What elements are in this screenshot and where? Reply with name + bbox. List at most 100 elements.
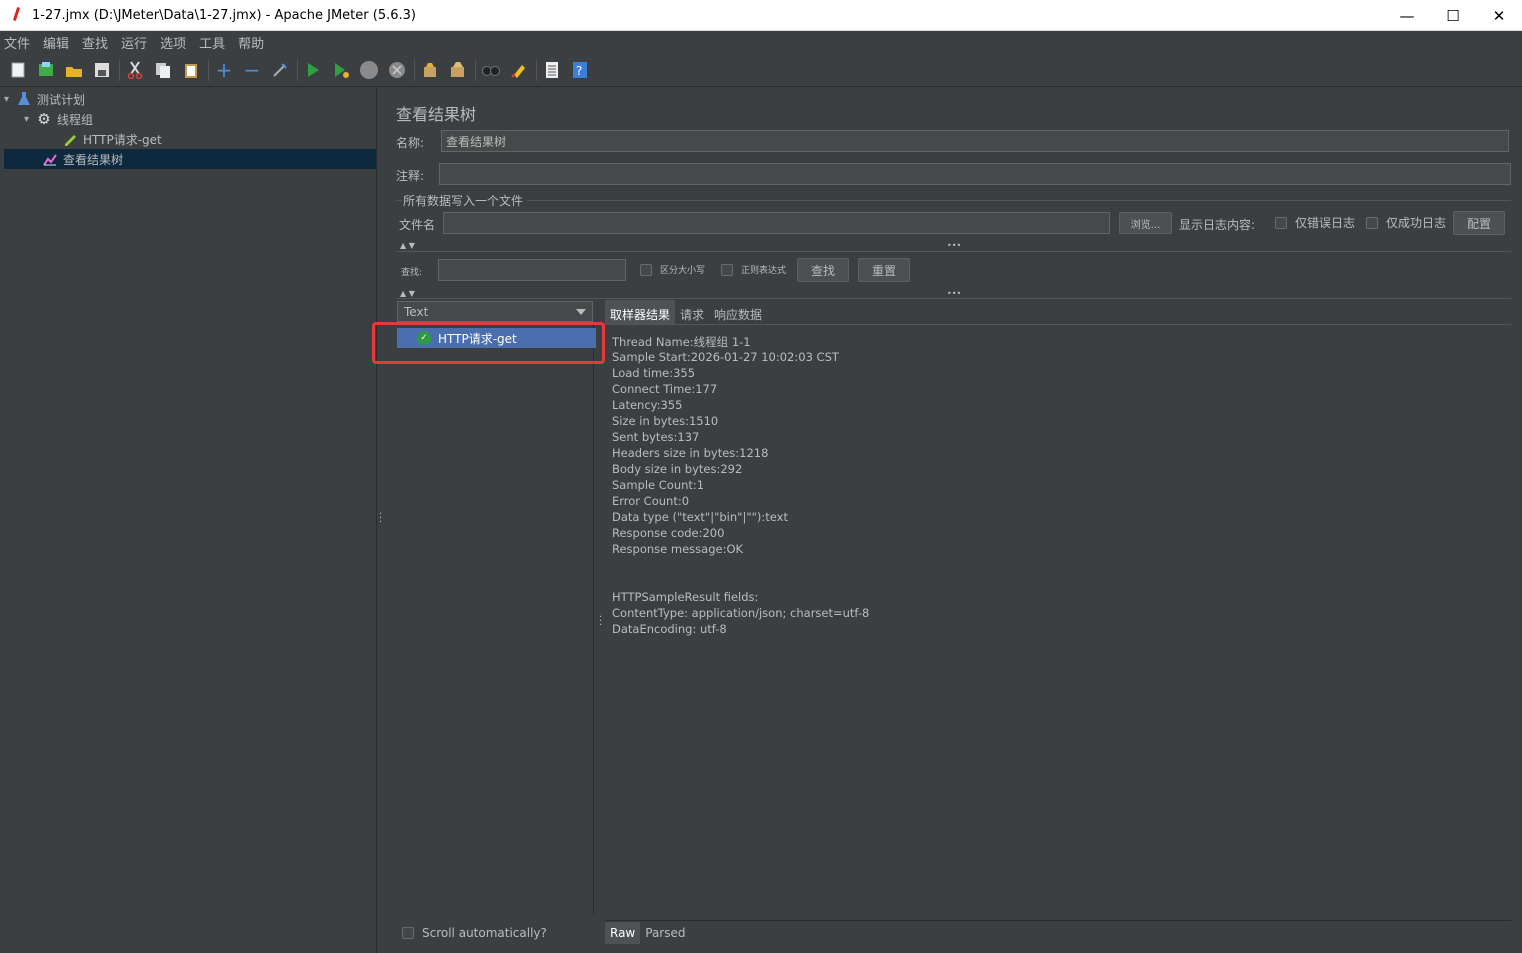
search-input[interactable] [438,259,626,281]
result-line: ContentType: application/json; charset=u… [612,606,870,620]
configure-button[interactable]: 配置 [1453,211,1505,235]
menu-help[interactable]: 帮助 [238,33,264,52]
toolbar-separator [208,58,209,81]
tab-parsed[interactable]: Parsed [640,922,690,944]
test-plan-tree: ▾ 测试计划 ▾ ⚙ 线程组 HTTP请求-get 查看结果树 [0,88,377,953]
chevron-down-icon[interactable] [576,309,586,315]
search-icon[interactable] [480,59,502,81]
function-helper-icon[interactable] [541,59,563,81]
filename-label: 文件名 [399,218,436,232]
save-icon[interactable] [91,59,113,81]
splitter-arrows-icon[interactable]: ▲ ▼ [400,241,415,250]
menu-file[interactable]: 文件 [4,33,30,52]
menu-options[interactable]: 选项 [160,33,186,52]
splitter-grip-icon[interactable]: · · · [379,510,383,528]
result-tabs: 取样器结果 请求 响应数据 [605,300,1511,325]
close-button[interactable]: ✕ [1476,0,1522,31]
tab-sampler-result[interactable]: 取样器结果 [605,300,676,324]
splitter-arrows-icon[interactable]: ▲ ▼ [400,289,415,298]
chevron-down-icon[interactable]: ▾ [24,114,36,125]
start-icon[interactable] [302,59,324,81]
chevron-down-icon[interactable]: ▾ [4,94,16,105]
maximize-button[interactable]: ☐ [1430,0,1476,31]
title-bar: 1-27.jmx (D:\JMeter\Data\1-27.jmx) - Apa… [0,0,1522,31]
gear-icon: ⚙ [37,110,51,128]
window-controls: — ☐ ✕ [1384,0,1522,31]
result-line: Latency:355 [612,398,683,412]
tree-item-view-results-tree[interactable]: 查看结果树 [4,149,376,169]
checkbox-box[interactable] [402,927,414,939]
page-title: 查看结果树 [396,105,477,124]
tree-item-label: 线程组 [57,112,94,127]
cut-icon[interactable] [124,59,146,81]
sample-result-list: ✓ HTTP请求-get [397,325,596,915]
reset-button[interactable]: 重置 [858,258,910,282]
checkbox-box[interactable] [1275,216,1287,229]
file-section-title: 所有数据写入一个文件 [403,194,524,208]
templates-icon[interactable] [35,59,57,81]
splitter-grip-icon[interactable]: · · · [599,613,602,631]
paste-icon[interactable] [180,59,202,81]
splitter-grip-icon[interactable]: ••• [947,289,961,298]
comment-input[interactable] [439,163,1511,185]
regex-checkbox[interactable]: 正则表达式 [721,263,786,276]
filename-input[interactable] [443,212,1110,234]
case-sensitive-checkbox[interactable]: 区分大小写 [640,263,705,276]
success-only-checkbox[interactable]: 仅成功日志 [1366,214,1446,231]
start-no-pause-icon[interactable] [330,59,352,81]
svg-text:?: ? [576,64,582,78]
sampler-result-text[interactable]: Thread Name:线程组 1-1 Sample Start:2026-01-… [605,326,1511,920]
checkbox-box[interactable] [640,263,652,276]
clear-icon[interactable] [419,59,441,81]
shutdown-icon[interactable] [386,59,408,81]
results-splitter[interactable]: · · · [597,300,605,953]
result-line: Connect Time:177 [612,382,718,396]
tree-item-test-plan[interactable]: ▾ 测试计划 [4,89,377,109]
clear-all-icon[interactable] [447,59,469,81]
new-icon[interactable] [7,59,29,81]
checkbox-box[interactable] [1366,216,1378,229]
result-line: Response message:OK [612,542,744,556]
browse-button[interactable]: 浏览... [1119,212,1172,234]
result-line: Thread Name:线程组 1-1 [612,335,751,349]
result-line: Data type ("text"|"bin"|""):text [612,510,788,524]
success-only-label: 仅成功日志 [1386,216,1447,230]
reset-search-icon[interactable] [508,59,530,81]
tree-item-label: 查看结果树 [63,152,124,167]
tree-item-thread-group[interactable]: ▾ ⚙ 线程组 [24,109,377,129]
find-button[interactable]: 查找 [797,258,849,282]
checkbox-box[interactable] [721,263,733,276]
minimize-button[interactable]: — [1384,0,1430,31]
toolbar-separator [414,58,415,81]
log-display-label: 显示日志内容: [1179,218,1256,232]
tree-splitter[interactable]: · · · [377,88,385,953]
result-line: Size in bytes:1510 [612,414,719,428]
toolbar-separator [119,58,120,81]
menu-tools[interactable]: 工具 [199,33,225,52]
renderer-dropdown[interactable]: Text [397,301,593,322]
name-input[interactable] [441,130,1509,152]
expand-icon[interactable]: + [213,59,235,81]
view-results-tree-panel: 查看结果树 名称: 注释: 所有数据写入一个文件 文件名 浏览... 显示日志内… [385,88,1522,953]
tree-item-http-request[interactable]: HTTP请求-get [62,129,377,149]
copy-icon[interactable] [152,59,174,81]
open-icon[interactable] [63,59,85,81]
collapse-icon[interactable]: − [241,59,263,81]
splitter-grip-icon[interactable]: ••• [947,241,961,250]
tab-raw[interactable]: Raw [605,922,641,944]
scroll-automatically-checkbox[interactable]: Scroll automatically? [402,926,547,940]
errors-only-checkbox[interactable]: 仅错误日志 [1275,214,1355,231]
tab-request[interactable]: 请求 [675,300,709,324]
toggle-icon[interactable] [269,59,291,81]
annotation-highlight-box [372,322,605,364]
fieldset-border [527,200,1511,201]
view-mode-tabs: Raw Parsed [605,920,1511,945]
menu-run[interactable]: 运行 [121,33,147,52]
tab-response-data[interactable]: 响应数据 [709,300,767,324]
help-icon[interactable]: ? [569,59,591,81]
menu-edit[interactable]: 编辑 [43,33,69,52]
menu-bar: 文件 编辑 查找 运行 选项 工具 帮助 [0,31,1522,53]
window-title: 1-27.jmx (D:\JMeter\Data\1-27.jmx) - Apa… [32,7,416,23]
stop-icon[interactable] [358,59,380,81]
menu-search[interactable]: 查找 [82,33,108,52]
